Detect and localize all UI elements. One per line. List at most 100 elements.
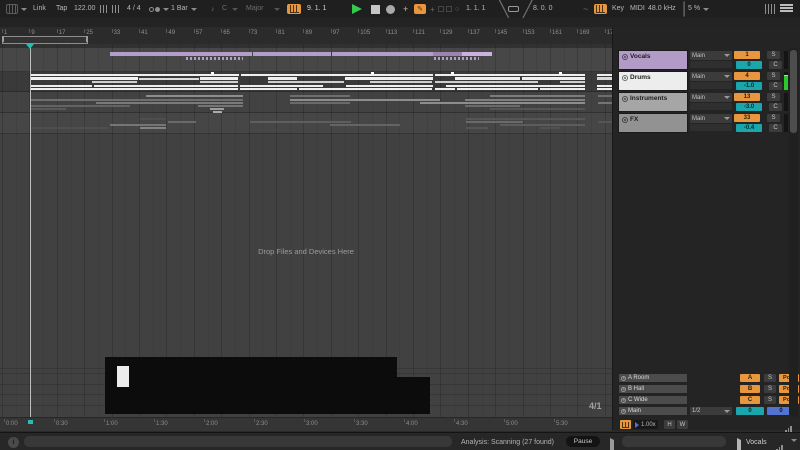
drum-clip-segment[interactable]	[457, 87, 538, 90]
pan-value[interactable]: 1	[734, 51, 760, 59]
send-level[interactable]: A	[740, 374, 760, 382]
monitor-icon[interactable]	[622, 75, 628, 81]
drum-clip-marker[interactable]	[371, 71, 374, 74]
track-header-drums[interactable]: Drums Main 4 S -1.0 C	[618, 71, 788, 91]
vocal-midi-notes[interactable]	[186, 57, 243, 60]
drum-clip-segment[interactable]	[522, 77, 585, 80]
drum-clip-segment[interactable]	[455, 77, 520, 80]
drum-clip-segment[interactable]	[31, 73, 239, 76]
return-track-c[interactable]: C Wide C S Post	[618, 395, 799, 405]
fx-clip-segment[interactable]	[168, 120, 196, 123]
instrument-clip-segment[interactable]	[490, 95, 585, 97]
options-caret-icon[interactable]	[21, 4, 27, 14]
instrument-clip-segment[interactable]	[31, 105, 130, 107]
routing-sub-slot[interactable]	[690, 82, 732, 89]
drum-clip-segment[interactable]	[560, 81, 585, 83]
instrument-clip-segment[interactable]	[290, 98, 440, 101]
key-map-label[interactable]: Key	[612, 4, 624, 14]
solo-button[interactable]: S	[767, 72, 780, 80]
fx-clip-segment[interactable]	[250, 120, 351, 123]
instrument-clip-segment[interactable]	[598, 95, 612, 97]
crossfade-button[interactable]: C	[769, 61, 782, 69]
zoom-amount-pill[interactable]: 1.00x	[633, 420, 658, 429]
loop-switch-icon[interactable]: ○	[455, 4, 459, 14]
volume-value[interactable]: -3.0	[736, 103, 762, 111]
track-header-vocals[interactable]: Vocals Main 1 S 0 C	[618, 50, 788, 70]
send-level[interactable]: C	[740, 396, 760, 404]
instrument-clip-segment[interactable]	[213, 110, 222, 113]
instrument-clip-segment[interactable]	[146, 95, 243, 97]
vocal-clip-segment[interactable]	[433, 52, 462, 56]
loop-length-field[interactable]: 8. 0. 0	[533, 4, 552, 14]
main-track-row[interactable]: Main 1/2 0 0	[618, 406, 795, 416]
white-clip-block[interactable]	[117, 366, 129, 387]
instrument-clip-segment[interactable]	[465, 105, 520, 107]
volume-value[interactable]: -1.0	[736, 82, 762, 90]
punch-out-bracket-icon[interactable]: ╱	[523, 1, 533, 18]
solo-button[interactable]: S	[764, 396, 776, 404]
metronome-icon[interactable]	[149, 4, 160, 14]
track-header-fx[interactable]: FX Main 33 S -0.4 C	[618, 113, 788, 133]
drum-clip-segment[interactable]	[92, 81, 137, 83]
solo-button[interactable]: S	[764, 385, 776, 393]
fx-clip-segment[interactable]	[140, 117, 166, 120]
arrangement-area[interactable]: Drop Files and Devices Here 4/1	[0, 44, 612, 417]
fx-clip-segment[interactable]	[466, 117, 585, 120]
pause-button[interactable]: Pause	[566, 436, 600, 447]
instrument-clip-segment[interactable]	[420, 102, 585, 104]
drum-clip-segment[interactable]	[435, 87, 455, 90]
fx-clip-segment[interactable]	[466, 120, 523, 123]
zoom-width-button[interactable]: W	[677, 420, 688, 429]
drum-clip-segment[interactable]	[268, 77, 297, 80]
stop-button[interactable]	[371, 4, 380, 14]
instrument-clip-segment[interactable]	[31, 98, 243, 101]
crossfade-button[interactable]: C	[769, 124, 782, 132]
output-routing-select[interactable]: Main	[690, 72, 732, 81]
instrument-clip-segment[interactable]	[465, 98, 585, 101]
re-enable-automation-icon[interactable]: +	[430, 4, 435, 14]
key-map-mode-button[interactable]	[287, 4, 301, 14]
scrollbar-thumb[interactable]	[790, 50, 797, 133]
drum-clip-segment[interactable]	[435, 81, 538, 83]
loop-brace[interactable]	[2, 36, 88, 44]
fx-clip-segment[interactable]	[500, 123, 585, 126]
black-clip-block[interactable]	[105, 357, 397, 414]
midi-map-label[interactable]: MIDI	[630, 4, 645, 14]
scale-select[interactable]: Major	[246, 4, 264, 14]
drum-clip-segment[interactable]	[31, 87, 238, 90]
punch-in-icon[interactable]	[438, 4, 444, 14]
solo-button[interactable]: S	[767, 93, 780, 101]
vocal-clip-segment[interactable]	[253, 52, 331, 56]
time-signature-marker[interactable]: 4/1	[589, 401, 602, 411]
fx-clip-segment[interactable]	[540, 127, 560, 129]
fx-clip-segment[interactable]	[140, 126, 166, 129]
drum-clip-segment[interactable]	[200, 81, 238, 83]
automation-arm-button[interactable]: ✎	[414, 4, 426, 14]
nudge-down-icon[interactable]	[100, 4, 108, 14]
instrument-clip-segment[interactable]	[290, 95, 350, 97]
drum-clip-segment[interactable]	[241, 73, 433, 76]
vocal-clip-segment[interactable]	[332, 52, 433, 56]
send-level[interactable]: B	[740, 385, 760, 393]
main-volume[interactable]: 0	[736, 407, 764, 415]
fx-clip-segment[interactable]	[598, 120, 612, 123]
vocal-clip-segment[interactable]	[462, 52, 492, 56]
zoom-height-button[interactable]: H	[664, 420, 675, 429]
monitor-play-icon[interactable]	[737, 438, 741, 450]
key-root-select[interactable]: C	[222, 4, 227, 14]
drum-clip-segment[interactable]	[597, 87, 612, 90]
tempo-field[interactable]: 122.00	[74, 4, 95, 14]
key-root-caret-icon[interactable]	[232, 4, 238, 14]
instrument-clip-segment[interactable]	[31, 108, 66, 110]
solo-button[interactable]: S	[767, 51, 780, 59]
drum-clip-segment[interactable]	[540, 87, 585, 90]
playhead-marker[interactable]	[26, 44, 34, 49]
cpu-caret-icon[interactable]	[703, 4, 709, 14]
follow-button[interactable]	[620, 420, 631, 429]
drum-clip-marker[interactable]	[211, 71, 214, 74]
drum-clip-segment[interactable]	[435, 73, 585, 76]
options-grid-icon[interactable]	[6, 4, 18, 14]
track-header-instruments[interactable]: Instruments Main 13 S -3.0 C	[618, 92, 788, 112]
output-routing-select[interactable]: Main	[690, 114, 732, 123]
drum-clip-marker[interactable]	[451, 71, 454, 74]
